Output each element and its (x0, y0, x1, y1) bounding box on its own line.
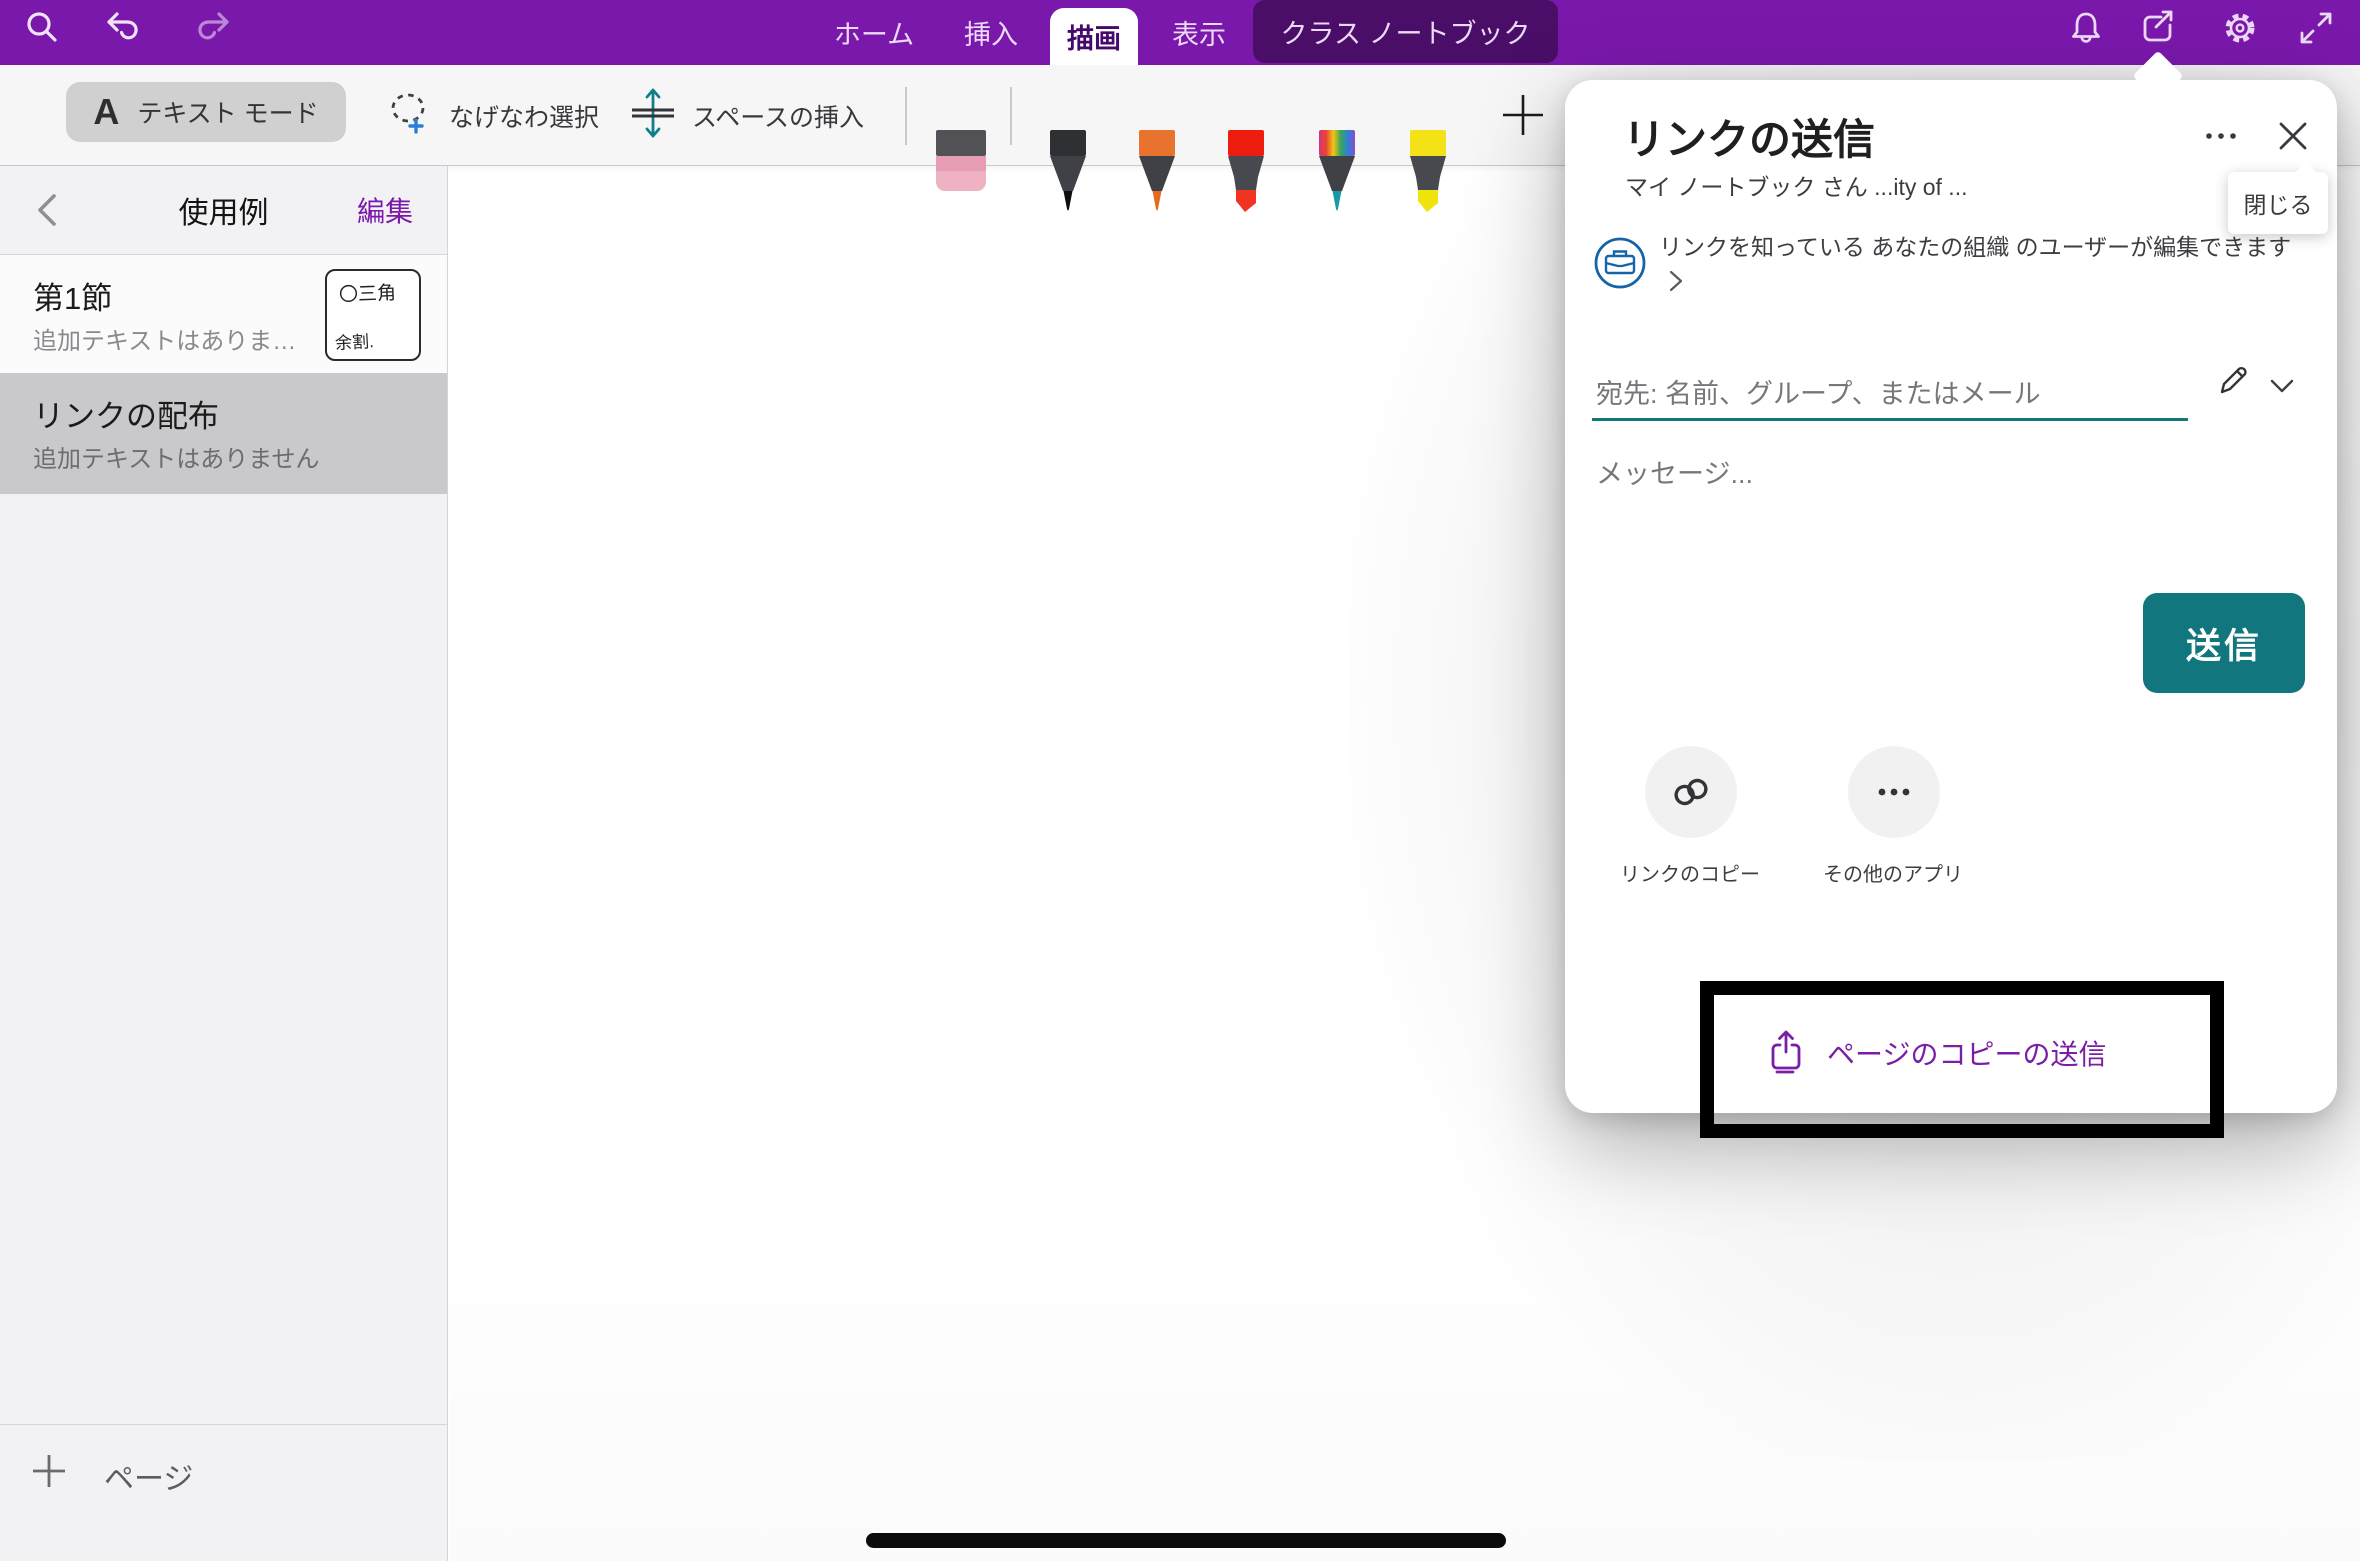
eraser-tool[interactable] (933, 130, 989, 199)
page-subtitle: 追加テキストはありません (33, 439, 320, 474)
notifications-bell-icon[interactable] (2066, 8, 2106, 48)
close-tooltip: 閉じる (2228, 172, 2328, 234)
insert-space-button[interactable]: スペースの挿入 (628, 65, 864, 166)
tab-draw[interactable]: 描画 (1050, 8, 1138, 65)
page-list-sidebar: 使用例 編集 第1節 追加テキストはありま… 〇三角 余割. リンクの配布 追加… (0, 166, 448, 1561)
add-page-button[interactable]: ページ (0, 1424, 447, 1524)
search-icon[interactable] (22, 8, 62, 48)
text-mode-a-icon: A (93, 91, 119, 133)
more-apps-label: その他のアプリ (1783, 858, 2003, 887)
send-page-copy-button[interactable]: ページのコピーの送信 (1765, 1028, 2106, 1078)
thumbnail-handwriting: 余割. (334, 327, 374, 354)
chevron-right-icon (1667, 269, 1685, 293)
toolbar-separator (905, 87, 907, 145)
chain-link-icon (1665, 766, 1717, 818)
copy-link-button[interactable] (1645, 746, 1737, 838)
send-link-dialog: リンクの送信 マイ ノートブック さん ...ity of ... リンクを知っ… (1565, 80, 2337, 1113)
send-copy-share-icon (1765, 1028, 1811, 1078)
lasso-label: なげなわ選択 (449, 98, 599, 134)
send-button[interactable]: 送信 (2143, 593, 2305, 693)
text-mode-button[interactable]: A テキスト モード (66, 82, 346, 142)
settings-gear-icon[interactable] (2220, 8, 2260, 48)
recipient-input[interactable]: 宛先: 名前、グループ、またはメール (1592, 358, 2304, 422)
copy-link-label: リンクのコピー (1580, 858, 1800, 887)
page-title: 第1節 (33, 273, 112, 318)
add-page-label: ページ (104, 1454, 193, 1498)
lasso-select-button[interactable]: なげなわ選択 (383, 65, 599, 166)
tab-home[interactable]: ホーム (828, 0, 920, 65)
red-highlighter[interactable] (1220, 130, 1272, 221)
onenote-app: ホーム 挿入 描画 表示 クラス ノートブック A テキスト モード なげなわ選… (0, 0, 2360, 1561)
share-icon[interactable] (2138, 8, 2178, 48)
tab-view[interactable]: 表示 (1163, 0, 1235, 65)
sidebar-header: 使用例 編集 (0, 166, 447, 254)
edit-button[interactable]: 編集 (357, 166, 413, 254)
notebook-share-scope: マイ ノートブック さん ...ity of ... (1625, 168, 1967, 202)
redo-icon[interactable] (193, 8, 233, 48)
message-placeholder: メッセージ... (1596, 459, 1753, 489)
page-title: リンクの配布 (33, 391, 219, 436)
tooltip-label: 閉じる (2244, 186, 2313, 220)
insert-space-icon (628, 87, 678, 144)
page-subtitle: 追加テキストはありま… (33, 321, 296, 356)
thumbnail-handwriting: 〇三角 (339, 278, 397, 307)
recipient-underline (1592, 418, 2188, 421)
pencil-edit-icon[interactable] (2214, 362, 2252, 400)
dialog-title: リンクの送信 (1623, 106, 1875, 167)
send-page-copy-label: ページのコピーの送信 (1827, 1033, 2106, 1073)
toolbar-separator (1010, 87, 1012, 145)
orange-pen[interactable] (1131, 130, 1183, 221)
tab-insert[interactable]: 挿入 (955, 0, 1027, 65)
tab-class-notebook[interactable]: クラス ノートブック (1253, 0, 1558, 63)
text-mode-label: テキスト モード (137, 94, 318, 130)
fullscreen-expand-icon[interactable] (2296, 8, 2336, 48)
organization-briefcase-icon (1593, 236, 1647, 290)
undo-icon[interactable] (103, 8, 143, 48)
lasso-icon (383, 87, 435, 144)
top-app-bar: ホーム 挿入 描画 表示 クラス ノートブック (0, 0, 2360, 65)
chevron-down-icon[interactable] (2268, 372, 2296, 400)
message-input[interactable]: メッセージ... (1596, 452, 2296, 502)
black-pen[interactable] (1042, 130, 1094, 221)
page-item-2-selected[interactable]: リンクの配布 追加テキストはありません (0, 373, 447, 494)
close-icon[interactable] (2271, 114, 2315, 158)
page-item-1[interactable]: 第1節 追加テキストはありま… 〇三角 余割. (0, 255, 447, 373)
home-indicator-bar[interactable] (866, 1533, 1506, 1548)
more-apps-button[interactable] (1848, 746, 1940, 838)
insert-space-label: スペースの挿入 (692, 98, 864, 134)
more-options-icon[interactable] (2199, 114, 2243, 158)
ellipsis-icon (1868, 766, 1920, 818)
recipient-placeholder: 宛先: 名前、グループ、またはメール (1596, 372, 2041, 411)
page-thumbnail: 〇三角 余割. (325, 269, 421, 361)
permission-description: リンクを知っている あなたの組織 のユーザーが編集できます (1659, 230, 2299, 300)
plus-icon (30, 1452, 68, 1490)
